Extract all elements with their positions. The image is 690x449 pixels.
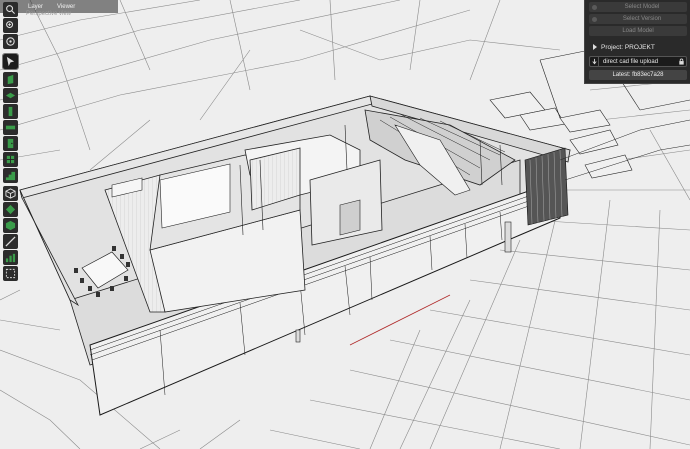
select-version-button[interactable]: Select Version (589, 14, 687, 24)
left-toolbar (0, 0, 20, 449)
target-icon[interactable] (3, 34, 18, 49)
slab-icon[interactable] (3, 88, 18, 103)
selection-box-icon[interactable] (3, 266, 18, 281)
expand-triangle-icon (593, 44, 597, 50)
latest-version-button[interactable]: Latest: fb83ec7a28 (589, 70, 687, 80)
title-right: Viewer (57, 3, 76, 10)
cad-upload-row[interactable]: direct cad file upload (589, 56, 687, 67)
section-icon[interactable] (3, 218, 18, 233)
load-model-button[interactable]: Load Model (589, 26, 687, 36)
project-row[interactable]: Project: PROJEKT (589, 42, 687, 52)
measure-icon[interactable] (3, 234, 18, 249)
view-icon[interactable] (3, 202, 18, 217)
search-icon[interactable] (3, 2, 18, 17)
model-panel: Select Model Select Version Load Model P… (584, 0, 690, 84)
beam-icon[interactable] (3, 120, 18, 135)
title-left: Layer (28, 3, 44, 10)
door-icon[interactable] (3, 136, 18, 151)
window-icon[interactable] (3, 152, 18, 167)
stair-icon[interactable] (3, 168, 18, 183)
project-label: Project: PROJEKT (601, 43, 655, 51)
cube-icon[interactable] (3, 186, 18, 201)
chart-icon[interactable] (3, 250, 18, 265)
select-arrow-icon[interactable] (2, 53, 19, 70)
zoom-icon[interactable] (3, 18, 18, 33)
view-subtitle: Perspective view (26, 11, 72, 17)
upload-label: direct cad file upload (603, 58, 659, 65)
wall-icon[interactable] (3, 72, 18, 87)
select-model-button[interactable]: Select Model (589, 2, 687, 12)
download-arrow-icon[interactable] (590, 57, 599, 66)
lock-icon[interactable] (677, 57, 686, 66)
column-icon[interactable] (3, 104, 18, 119)
